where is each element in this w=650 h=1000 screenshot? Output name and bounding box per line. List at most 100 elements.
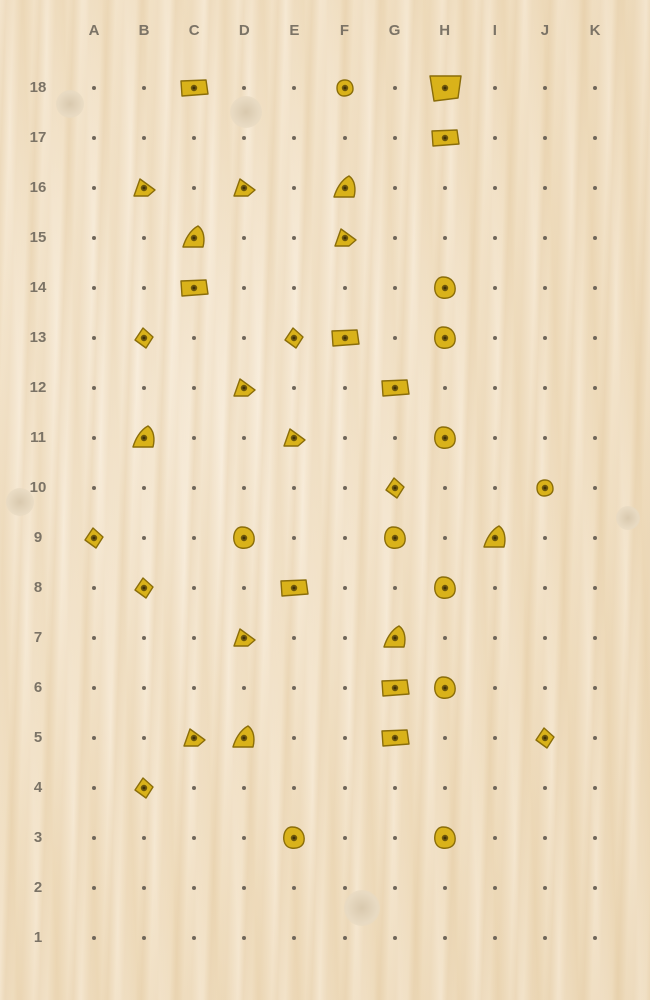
hold-e8	[280, 579, 310, 597]
bolt-j7	[542, 636, 547, 640]
hold-f16	[332, 175, 356, 198]
hold-g6	[380, 679, 410, 697]
hold-b8	[134, 577, 154, 599]
bolt-e12	[292, 386, 297, 390]
hold-i9	[483, 525, 506, 548]
bolt-a2	[92, 886, 96, 890]
hold-h8	[433, 576, 456, 599]
bolt-b3	[142, 836, 147, 840]
bolt-i18	[492, 86, 497, 90]
bolt-k9	[593, 536, 597, 540]
bolt-j12	[542, 386, 547, 390]
row-label-9: 9	[33, 529, 43, 546]
hold-d9	[233, 526, 256, 549]
row-label-6: 6	[33, 679, 43, 696]
hold-j5	[535, 727, 555, 749]
bolt-k6	[593, 686, 597, 690]
bolt-f6	[342, 686, 347, 690]
bolt-a5	[92, 736, 96, 740]
bolt-k11	[593, 436, 597, 440]
bolt-k5	[593, 736, 597, 740]
hold-h6	[433, 676, 456, 699]
bolt-g17	[392, 136, 397, 140]
bolt-f1	[342, 936, 347, 940]
row-label-1: 1	[33, 929, 43, 946]
bolt-e9	[292, 536, 297, 540]
hold-b13	[134, 327, 154, 349]
bolt-i16	[492, 186, 497, 190]
bolt-i6	[492, 686, 497, 690]
bolt-b12	[142, 386, 147, 390]
bolt-d8	[242, 586, 247, 590]
row-label-16: 16	[29, 179, 47, 196]
bolt-c1	[192, 936, 197, 940]
bolt-c4	[192, 786, 197, 790]
bolt-c11	[192, 436, 197, 440]
column-label-c: C	[188, 22, 200, 39]
wood-knot	[616, 506, 640, 530]
bolt-e4	[292, 786, 297, 790]
hold-c5	[183, 728, 206, 747]
bolt-h7	[442, 636, 447, 640]
hold-d7	[233, 628, 256, 647]
bolt-d11	[242, 436, 247, 440]
bolt-f10	[342, 486, 347, 490]
hold-b11	[132, 425, 155, 448]
row-label-10: 10	[29, 479, 47, 496]
bolt-k4	[593, 786, 597, 790]
bolt-b14	[142, 286, 147, 290]
bolt-i10	[492, 486, 497, 490]
hold-h11	[433, 426, 456, 449]
bolt-e15	[292, 236, 297, 240]
bolt-f12	[342, 386, 347, 390]
bolt-g1	[392, 936, 397, 940]
bolt-i3	[492, 836, 497, 840]
bolt-d17	[242, 136, 247, 140]
bolt-k10	[593, 486, 597, 490]
bolt-k13	[593, 336, 597, 340]
bolt-f2	[342, 886, 347, 890]
hold-b4	[134, 777, 154, 799]
bolt-a11	[92, 436, 96, 440]
bolt-j14	[542, 286, 547, 290]
bolt-h4	[442, 786, 447, 790]
bolt-j11	[542, 436, 547, 440]
bolt-k3	[593, 836, 597, 840]
bolt-h16	[442, 186, 447, 190]
hold-g7	[382, 625, 406, 648]
bolt-b5	[142, 736, 147, 740]
hold-g10	[384, 477, 405, 499]
bolt-c10	[192, 486, 197, 490]
bolt-c2	[192, 886, 197, 890]
hold-h14	[433, 276, 456, 299]
bolt-d6	[242, 686, 247, 690]
bolt-c3	[192, 836, 197, 840]
bolt-j4	[542, 786, 547, 790]
column-label-f: F	[339, 22, 350, 39]
bolt-d14	[242, 286, 247, 290]
bolt-d13	[242, 336, 247, 340]
bolt-g16	[392, 186, 397, 190]
bolt-e2	[292, 886, 297, 890]
bolt-e17	[292, 136, 297, 140]
row-label-18: 18	[29, 79, 47, 96]
bolt-f17	[342, 136, 347, 140]
hold-j10	[536, 479, 554, 497]
bolt-e10	[292, 486, 297, 490]
bolt-d1	[242, 936, 247, 940]
bolt-e7	[292, 636, 297, 640]
hold-d5	[232, 725, 255, 748]
column-label-d: D	[238, 22, 250, 39]
bolt-i15	[492, 236, 497, 240]
hold-h18	[428, 75, 462, 102]
bolt-j6	[542, 686, 547, 690]
bolt-f3	[342, 836, 347, 840]
bolt-a6	[92, 686, 96, 690]
hold-a9	[84, 527, 104, 549]
hold-d16	[233, 178, 256, 197]
bolt-g14	[392, 286, 397, 290]
wood-knot	[344, 890, 380, 926]
bolt-i13	[492, 336, 497, 340]
bolt-i8	[492, 586, 497, 590]
bolt-f4	[342, 786, 347, 790]
